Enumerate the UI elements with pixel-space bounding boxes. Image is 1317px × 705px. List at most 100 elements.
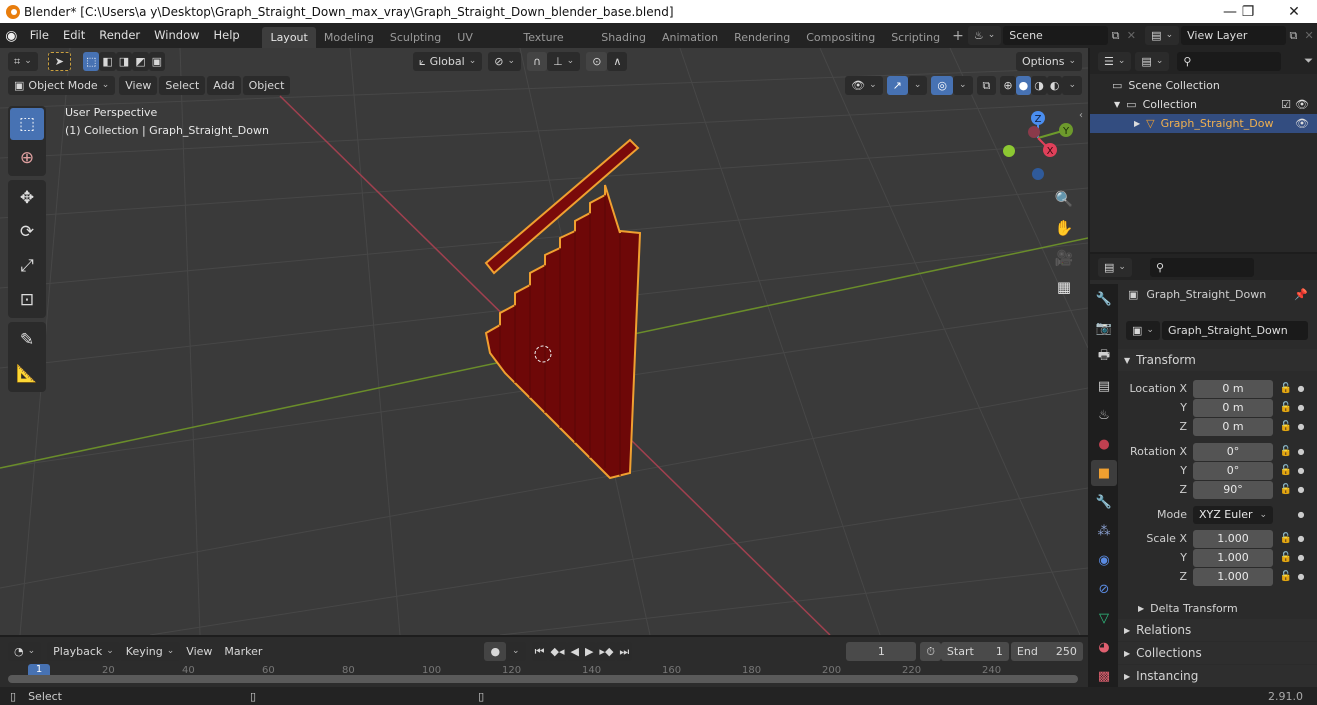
perspective-toggle-button[interactable]: ▦ <box>1051 274 1077 300</box>
transform-orientation-dropdown[interactable]: ⟀ Global ⌄ <box>413 51 483 71</box>
shading-solid-button[interactable]: ● <box>1015 75 1032 95</box>
overlay-toggle[interactable]: ◎ <box>931 75 953 95</box>
tool-move[interactable]: ✥ <box>10 182 44 214</box>
pan-view-button[interactable]: ✋ <box>1051 215 1077 241</box>
menu-window[interactable]: Window <box>147 23 206 48</box>
properties-editor-type-button[interactable]: ▤ ⌄ <box>1098 257 1132 277</box>
delta-transform-subpanel[interactable]: ▶ Delta Transform <box>1118 597 1317 619</box>
lock-icon[interactable]: 🔓 <box>1277 484 1295 495</box>
keyframe-dot-icon[interactable]: ● <box>1295 422 1307 431</box>
scale-x-field[interactable]: 1.000 <box>1193 529 1273 548</box>
location-x-field[interactable]: 0 m <box>1193 379 1273 398</box>
tab-constraints[interactable]: ⊘ <box>1091 576 1117 602</box>
keyframe-dot-icon[interactable]: ● <box>1295 384 1307 393</box>
end-frame-field[interactable]: End 250 <box>1010 641 1083 661</box>
rotation-z-field[interactable]: 90° <box>1193 480 1273 499</box>
tab-uv-editing[interactable]: UV Editing <box>449 27 515 65</box>
snap-toggle[interactable]: ∩ <box>527 51 548 71</box>
tab-object[interactable]: ■ <box>1091 460 1117 486</box>
tab-scripting[interactable]: Scripting <box>883 27 948 48</box>
pivot-point-dropdown[interactable]: ⊘ ⌄ <box>488 51 521 71</box>
tool-transform[interactable]: ⊡ <box>10 284 44 316</box>
tab-layout[interactable]: Layout <box>262 27 316 48</box>
tab-animation[interactable]: Animation <box>654 27 726 48</box>
tab-texture[interactable]: ▩ <box>1091 663 1117 689</box>
mode-dropdown[interactable]: ▣ Object Mode ⌄ <box>8 75 116 95</box>
tab-particles[interactable]: ⁂ <box>1091 518 1117 544</box>
gizmo-toggle[interactable]: ↗ <box>886 75 908 95</box>
scale-z-field[interactable]: 1.000 <box>1193 567 1273 586</box>
tool-measure[interactable]: 📐 <box>10 358 44 390</box>
timeline-editor-type-button[interactable]: ◔ ⌄ <box>8 641 42 661</box>
tab-render[interactable]: 📷 <box>1091 315 1117 341</box>
maximize-button[interactable]: ❐ <box>1228 0 1268 23</box>
xray-toggle[interactable]: ⧉ <box>976 75 997 95</box>
visibility-eye-icon[interactable]: 👁 <box>1295 117 1309 130</box>
keyframe-dot-icon[interactable]: ● <box>1295 403 1307 412</box>
keyframe-dot-icon[interactable]: ● <box>1295 553 1307 562</box>
editor-type-button[interactable]: ⌗ ⌄ <box>8 51 38 71</box>
tab-compositing[interactable]: Compositing <box>798 27 883 48</box>
viewport-menu-view[interactable]: View <box>119 75 158 95</box>
keyframe-dot-icon[interactable]: ● <box>1295 572 1307 581</box>
pin-icon[interactable]: 📌 <box>1294 288 1308 301</box>
view-layer-name-field[interactable]: View Layer <box>1181 26 1286 45</box>
tab-texture-paint[interactable]: Texture Paint <box>515 27 593 65</box>
object-name-field[interactable]: Graph_Straight_Down <box>1161 321 1308 340</box>
tab-rendering[interactable]: Rendering <box>726 27 798 48</box>
timeline-menu-view[interactable]: View <box>180 642 218 661</box>
current-frame-field[interactable]: 1 <box>846 641 917 661</box>
scene-name-field[interactable]: Scene <box>1003 26 1108 45</box>
timeline-menu-playback[interactable]: Playback ⌄ <box>47 641 120 661</box>
transform-panel-header[interactable]: ▼ Transform <box>1118 349 1317 371</box>
location-z-field[interactable]: 0 m <box>1193 417 1273 436</box>
outliner-row-scene-collection[interactable]: ▭ Scene Collection <box>1090 76 1317 95</box>
overlay-dropdown[interactable]: ⌄ <box>953 75 973 95</box>
menu-help[interactable]: Help <box>207 23 247 48</box>
object-browse-button[interactable]: ▣ ⌄ <box>1126 321 1160 340</box>
outliner-editor-type-button[interactable]: ☰ ⌄ <box>1098 51 1132 71</box>
viewport-menu-select[interactable]: Select <box>159 75 206 95</box>
lock-icon[interactable]: 🔓 <box>1277 533 1295 544</box>
tab-world[interactable]: ● <box>1091 431 1117 457</box>
play-reverse-button[interactable]: ◀ <box>567 641 582 661</box>
start-frame-field[interactable]: Start 1 <box>940 641 1009 661</box>
outliner-row-graph-object[interactable]: ▶ ▽ Graph_Straight_Dow 👁 <box>1090 114 1317 133</box>
rotation-mode-dropdown[interactable]: XYZ Euler ⌄ <box>1193 505 1273 524</box>
jump-prev-keyframe-button[interactable]: ◆◂ <box>547 641 568 661</box>
menu-render[interactable]: Render <box>92 23 147 48</box>
keyframe-dot-icon[interactable]: ● <box>1295 466 1307 475</box>
shading-rendered-button[interactable]: ◐ <box>1046 75 1063 95</box>
tab-physics[interactable]: ◉ <box>1091 547 1117 573</box>
tool-cursor[interactable]: ⊕ <box>10 142 44 174</box>
rotation-x-field[interactable]: 0° <box>1193 442 1273 461</box>
play-button[interactable]: ▶ <box>581 641 597 661</box>
instancing-panel-header[interactable]: ▶ Instancing <box>1118 665 1317 687</box>
options-dropdown[interactable]: Options ⌄ <box>1016 51 1082 71</box>
lock-icon[interactable]: 🔓 <box>1277 571 1295 582</box>
expand-arrow-icon[interactable]: ▶ <box>1134 119 1140 128</box>
tab-sculpting[interactable]: Sculpting <box>382 27 449 48</box>
jump-next-keyframe-button[interactable]: ▸◆ <box>596 641 617 661</box>
zoom-view-button[interactable]: 🔍 <box>1051 186 1077 212</box>
new-scene-icon[interactable]: ⧉ <box>1108 29 1124 43</box>
keyframe-dot-icon[interactable]: ● <box>1295 534 1307 543</box>
keyframe-dot-icon[interactable]: ● <box>1295 510 1307 519</box>
tab-scene[interactable]: ♨ <box>1091 402 1117 428</box>
select-mode-extend-button[interactable]: ◧ <box>99 51 116 71</box>
proportional-falloff-dropdown[interactable]: ∧ <box>607 51 628 71</box>
snap-target-dropdown[interactable]: ⊥ ⌄ <box>547 51 581 71</box>
shading-material-button[interactable]: ◑ <box>1031 75 1047 95</box>
scale-y-field[interactable]: 1.000 <box>1193 548 1273 567</box>
close-button[interactable]: ✕ <box>1274 0 1314 23</box>
select-tool-button[interactable]: ➤ <box>47 51 71 71</box>
timeline-menu-marker[interactable]: Marker <box>218 642 268 661</box>
delete-scene-icon[interactable]: ✕ <box>1123 29 1139 42</box>
tool-annotate[interactable]: ✎ <box>10 324 44 356</box>
tool-scale[interactable]: ⤢ <box>10 250 44 282</box>
viewport-menu-object[interactable]: Object <box>242 75 291 95</box>
scene-selector-button[interactable]: ♨ ⌄ <box>967 26 1002 45</box>
preview-range-toggle[interactable]: ⏱ <box>920 641 941 661</box>
outliner-row-collection[interactable]: ▼ ▭ Collection ☑ 👁 <box>1090 95 1317 114</box>
expand-arrow-icon[interactable]: ▼ <box>1114 100 1120 109</box>
